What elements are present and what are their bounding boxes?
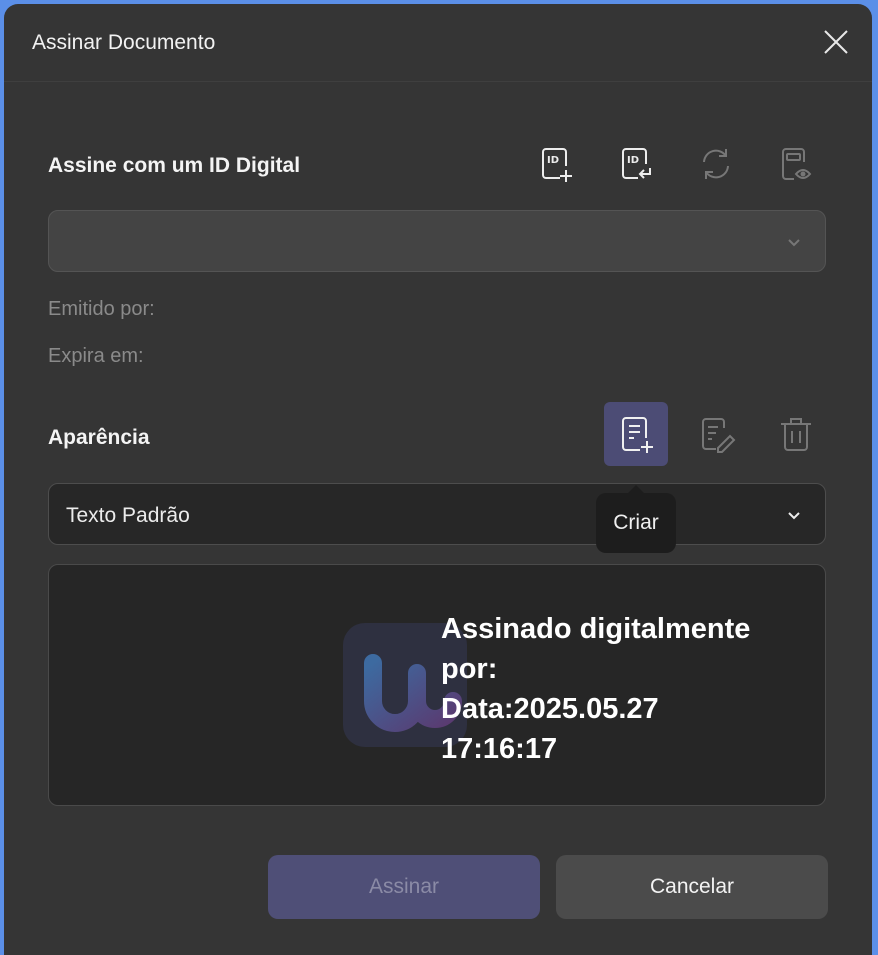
import-id-button[interactable]: ID [614,142,658,186]
create-appearance-button[interactable] [604,402,668,466]
edit-appearance-icon [702,418,736,453]
create-id-button[interactable]: ID [534,142,578,186]
close-button[interactable] [818,24,854,60]
cancel-button[interactable]: Cancelar [556,855,828,919]
edit-appearance-button[interactable] [694,412,738,456]
appearance-heading: Aparência [48,426,150,449]
refresh-button[interactable] [694,142,738,186]
appearance-select[interactable]: Texto Padrão [48,483,826,545]
dialog-titlebar: Assinar Documento [4,4,872,82]
close-icon [824,30,848,54]
signature-preview: Assinado digitalmente por: Data:2025.05.… [48,564,826,806]
chevron-down-icon [788,512,800,520]
signature-text: Assinado digitalmente por: Data:2025.05.… [441,609,781,769]
svg-text:ID: ID [547,155,559,166]
signature-line-2: por: [441,653,498,685]
digital-id-select[interactable] [48,210,826,272]
expires-label: Expira em: [48,345,144,367]
signature-line-3: Data:2025.05.27 [441,693,659,725]
sign-document-dialog: Assinar Documento Assine com um ID Digit… [4,4,872,955]
dialog-title: Assinar Documento [32,31,216,54]
sign-button[interactable]: Assinar [268,855,540,919]
digital-id-heading: Assine com um ID Digital [48,154,301,177]
signature-line-4: 17:16:17 [441,733,558,765]
create-tooltip: Criar [596,485,676,553]
view-id-button[interactable] [774,142,818,186]
create-appearance-icon [622,417,653,453]
id-add-icon: ID [542,148,572,182]
trash-icon [781,418,811,451]
svg-text:ID: ID [627,155,639,166]
appearance-select-value: Texto Padrão [66,504,190,527]
chevron-down-icon [788,239,800,247]
id-view-icon [782,148,812,180]
signature-line-1: Assinado digitalmente [441,613,751,645]
refresh-icon [703,149,729,179]
id-import-icon: ID [622,148,651,179]
issued-by-label: Emitido por: [48,298,155,320]
delete-appearance-button[interactable] [774,412,818,456]
